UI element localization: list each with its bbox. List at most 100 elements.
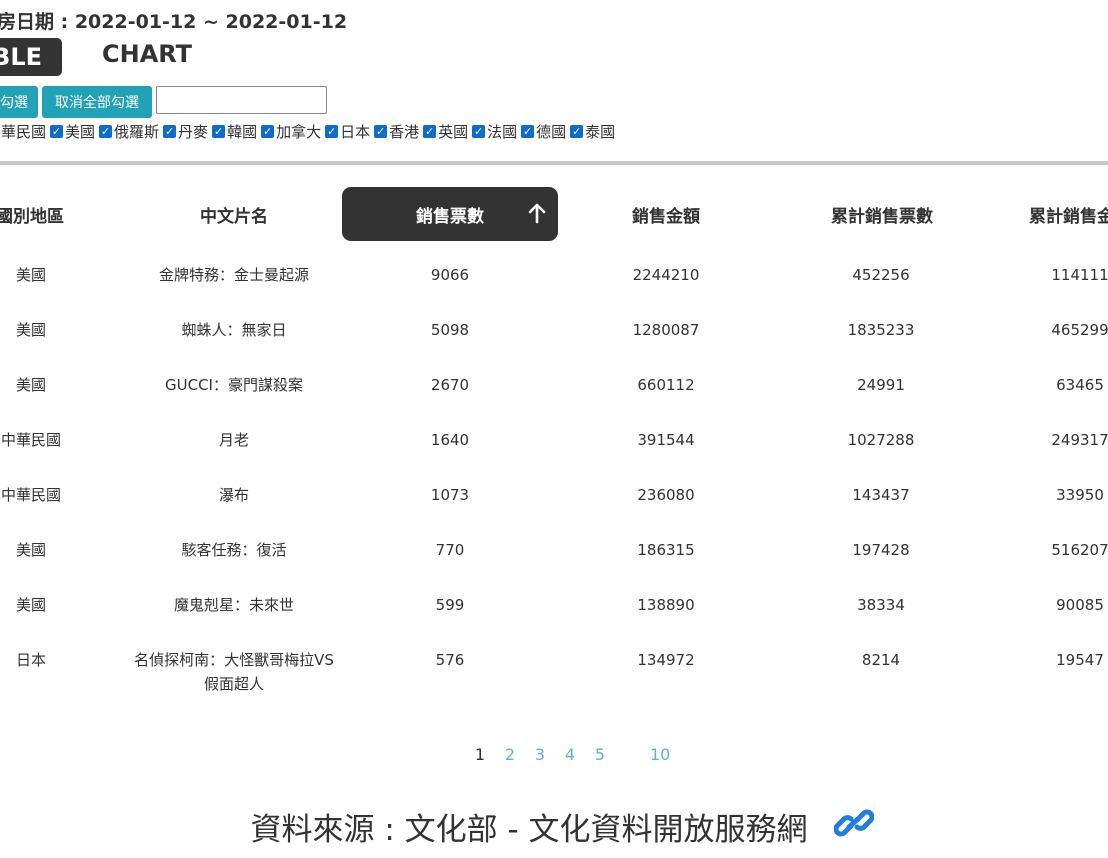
column-header[interactable]: 累計銷售票數 (772, 187, 992, 241)
country-label: 德國 (536, 123, 567, 141)
country-checkbox-item[interactable]: ✓ 泰國 (570, 121, 615, 142)
country-label: 韓國 (227, 123, 258, 141)
filter-input[interactable] (156, 86, 327, 114)
column-header-label: 國別地區 (0, 206, 64, 227)
table-cell: 391544 (637, 431, 695, 449)
select-all-label: 全部勾選 (0, 95, 28, 111)
country-checkbox-item[interactable]: ✓ 加拿大 (261, 121, 321, 142)
country-label: 俄羅斯 (114, 123, 160, 141)
table-cell: 576 (435, 651, 465, 669)
deselect-all-button[interactable]: 取消全部勾選 (42, 86, 152, 118)
column-header[interactable]: 國別地區 (0, 187, 100, 241)
table-cell: 143437 (852, 486, 910, 504)
column-header[interactable]: 中文片名 (119, 187, 349, 241)
checkbox-checked-icon[interactable]: ✓ (570, 125, 584, 138)
country-checkbox-item[interactable]: ✓ 日本 (325, 121, 370, 142)
checkbox-checked-icon[interactable]: ✓ (261, 125, 275, 138)
table-cell: 魔鬼剋星：未來世 (173, 596, 294, 614)
country-label: 丹麥 (178, 123, 209, 141)
table-cell: 蜘蛛人：無家日 (181, 321, 287, 339)
column-header-label: 銷售金額 (632, 206, 700, 227)
checkbox-checked-icon[interactable]: ✓ (374, 125, 388, 138)
tab-chart[interactable]: CHART (102, 40, 192, 68)
data-source: 資料來源 : 文化部 - 文化資料開放服務網 (0, 804, 1108, 849)
table-cell: 38334 (857, 596, 905, 614)
page-link[interactable]: 3 (530, 745, 550, 764)
table-cell: 770 (435, 541, 465, 559)
link-icon[interactable] (833, 805, 874, 849)
checkbox-checked-icon[interactable]: ✓ (212, 125, 226, 138)
country-checkbox-item[interactable]: ✓ 英國 (423, 121, 468, 142)
table-cell: 24991 (857, 376, 905, 394)
country-label: 中華民國 (0, 123, 47, 141)
checkbox-checked-icon[interactable]: ✓ (99, 125, 113, 138)
checkbox-checked-icon[interactable]: ✓ (325, 125, 339, 138)
page-link[interactable]: 10 (650, 745, 670, 764)
table-cell: 美國 (15, 266, 46, 284)
divider (0, 161, 1108, 165)
country-label: 香港 (389, 123, 420, 141)
table-cell: 465299 (1051, 321, 1108, 339)
table-cell: 9066 (430, 266, 470, 284)
tab-table[interactable]: TABLE (0, 38, 62, 76)
table-cell: 金牌特務：金士曼起源 (158, 266, 309, 284)
checkbox-checked-icon[interactable]: ✓ (163, 125, 177, 138)
table-cell: 5098 (430, 321, 470, 339)
table-cell: 599 (435, 596, 465, 614)
country-checkbox-item[interactable]: ✓ 德國 (521, 121, 566, 142)
table-cell: 1027288 (847, 431, 915, 449)
table-cell: 8214 (861, 651, 901, 669)
table-cell: 瀑布 (218, 486, 249, 504)
checkbox-checked-icon[interactable]: ✓ (472, 125, 486, 138)
column-header[interactable]: 銷售票數 (342, 187, 558, 241)
checkbox-checked-icon[interactable]: ✓ (50, 125, 64, 138)
column-header[interactable]: 銷售金額 (568, 187, 764, 241)
country-label: 美國 (65, 123, 96, 141)
table-cell: 516207 (1051, 541, 1108, 559)
table-cell: 197428 (852, 541, 910, 559)
country-label: 加拿大 (276, 123, 322, 141)
table-cell: 月老 (218, 431, 249, 449)
sort-arrow-up-icon (528, 202, 546, 229)
country-checkbox-item[interactable]: ✓ 美國 (50, 121, 95, 142)
table-cell: 19547 (1056, 651, 1104, 669)
table-cell: GUCCI：豪門謀殺案 (165, 376, 303, 394)
table-cell: 美國 (15, 376, 46, 394)
table-cell: 236080 (637, 486, 695, 504)
checkbox-checked-icon[interactable]: ✓ (521, 125, 535, 138)
country-checkbox-item[interactable]: ✓ 香港 (374, 121, 419, 142)
country-checkbox-item[interactable]: ✓ 韓國 (212, 121, 257, 142)
page-link[interactable]: 5 (590, 745, 610, 764)
table-cell: 中華民國 (0, 486, 61, 504)
country-label: 法國 (487, 123, 518, 141)
country-checkbox-item[interactable]: ✓ 法國 (472, 121, 517, 142)
select-all-button[interactable]: 全部勾選 (0, 86, 38, 118)
country-checkbox-item[interactable]: ✓中華民國 (0, 121, 46, 142)
country-checkbox-item[interactable]: ✓ 俄羅斯 (99, 121, 159, 142)
table-cell: 249317 (1051, 431, 1108, 449)
table-cell: 駭客任務：復活 (181, 541, 287, 559)
column-header-label: 累計銷售金額 (1029, 206, 1108, 227)
country-label: 英國 (438, 123, 469, 141)
table-cell: 1640 (430, 431, 470, 449)
table-cell: 660112 (637, 376, 695, 394)
country-checkbox-item[interactable]: ✓ 丹麥 (163, 121, 208, 142)
page-link[interactable]: 4 (560, 745, 580, 764)
table-cell: 33950 (1056, 486, 1104, 504)
table-cell: 114111 (1051, 266, 1108, 284)
table-cell: 日本 (15, 651, 46, 669)
table-cell: 138890 (637, 596, 695, 614)
table-cell: 1073 (430, 486, 470, 504)
table-cell: 134972 (637, 651, 695, 669)
table-cell: 186315 (637, 541, 695, 559)
table-cell: 美國 (15, 596, 46, 614)
column-header[interactable]: 累計銷售金額 (1000, 187, 1108, 241)
table-cell: 中華民國 (0, 431, 61, 449)
column-header-label: 累計銷售票數 (831, 206, 933, 227)
tab-table-label: TABLE (0, 43, 42, 71)
country-filter-list: ✓中華民國✓美國✓俄羅斯✓丹麥✓韓國✓加拿大✓日本✓香港✓英國✓法國✓德國✓泰國 (0, 121, 619, 142)
page-link[interactable]: 1 (470, 745, 490, 764)
checkbox-checked-icon[interactable]: ✓ (423, 125, 437, 138)
column-header-label: 銷售票數 (416, 206, 484, 227)
page-link[interactable]: 2 (500, 745, 520, 764)
